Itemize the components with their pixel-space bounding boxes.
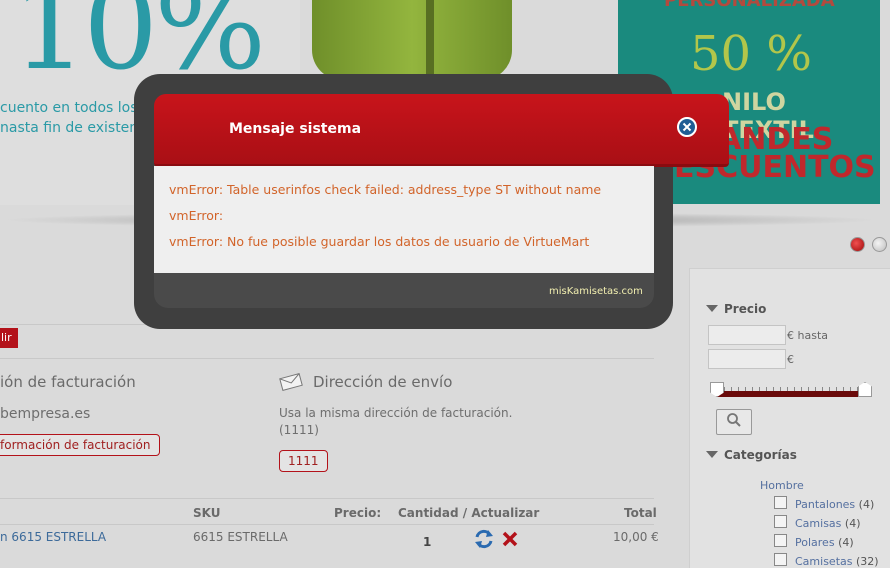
filter-sidebar: Precio € hasta € Categorías Hombre Panta… xyxy=(689,268,890,568)
category-checkbox[interactable] xyxy=(774,534,787,547)
promo-text-line-1: cuento en todos los xyxy=(0,100,138,116)
price-max-input[interactable] xyxy=(708,349,786,369)
update-quantity-icon[interactable] xyxy=(473,528,495,550)
modal-close-button[interactable] xyxy=(677,117,697,137)
col-header-quantity: Cantidad / Actualizar xyxy=(398,506,540,520)
category-item[interactable]: Camisetas (32) xyxy=(795,555,879,568)
magnifier-icon xyxy=(726,412,742,432)
billing-email: bempresa.es xyxy=(0,406,91,422)
category-checkbox[interactable] xyxy=(774,496,787,509)
price-until-label: € hasta xyxy=(787,329,828,342)
category-checkbox[interactable] xyxy=(774,515,787,528)
price-range-slider[interactable] xyxy=(717,391,865,397)
error-message: vmError: xyxy=(169,208,224,223)
category-item[interactable]: Polares (4) xyxy=(795,536,854,549)
shipping-code-text: (1111) xyxy=(279,423,319,437)
price-search-button[interactable] xyxy=(716,409,752,435)
error-message: vmError: No fue posible guardar los dato… xyxy=(169,234,590,249)
modal-title: Mensaje sistema xyxy=(229,121,362,137)
cart-item-quantity[interactable]: 1 xyxy=(423,535,431,549)
category-item[interactable]: Pantalones (4) xyxy=(795,498,874,511)
price-filter-heading[interactable]: Precio xyxy=(706,302,766,316)
delete-item-icon[interactable] xyxy=(501,530,519,548)
shipping-envelope-icon xyxy=(279,373,303,391)
cart-item-name[interactable]: n 6615 ESTRELLA xyxy=(0,530,106,544)
slideshow-dot[interactable] xyxy=(872,237,887,252)
categories-filter-heading[interactable]: Categorías xyxy=(706,448,797,462)
table-top-rule xyxy=(0,498,654,499)
category-checkbox[interactable] xyxy=(774,553,787,566)
action-tab[interactable]: lir xyxy=(0,328,18,348)
category-parent-link[interactable]: Hombre xyxy=(760,479,804,492)
section-divider xyxy=(0,358,654,359)
close-icon xyxy=(682,122,692,132)
edit-shipping-button[interactable]: 1111 xyxy=(279,450,328,472)
shipping-address-title: Dirección de envío xyxy=(313,373,453,391)
billing-address-title: ión de facturación xyxy=(0,373,136,391)
price-currency-label: € xyxy=(787,353,794,366)
promo-right-top-text: PERSONALIZADA xyxy=(664,0,835,11)
slideshow-dot-active[interactable] xyxy=(850,237,865,252)
col-header-price: Precio: xyxy=(334,506,382,520)
category-item[interactable]: Camisas (4) xyxy=(795,517,861,530)
price-min-input[interactable] xyxy=(708,325,786,345)
col-header-total: Total xyxy=(624,506,657,520)
promo-right-percentage: 50 % xyxy=(690,26,812,82)
col-header-sku: SKU xyxy=(193,506,221,520)
promo-text-line-2: nasta fin de existenc xyxy=(0,120,146,136)
error-message: vmError: Table userinfos check failed: a… xyxy=(169,182,602,197)
promo-shirt-image xyxy=(312,0,512,80)
price-slider-max-handle[interactable] xyxy=(858,382,872,397)
promo-shirt-placket xyxy=(426,0,434,80)
shipping-same-address-text: Usa la misma dirección de facturación. xyxy=(279,406,513,420)
edit-billing-info-button[interactable]: formación de facturación xyxy=(0,434,160,456)
cart-item-sku: 6615 ESTRELLA xyxy=(193,530,288,544)
cart-item-total: 10,00 € xyxy=(613,530,659,544)
table-header-rule xyxy=(0,524,654,525)
modal-footer-site-name: misKamisetas.com xyxy=(549,286,643,297)
